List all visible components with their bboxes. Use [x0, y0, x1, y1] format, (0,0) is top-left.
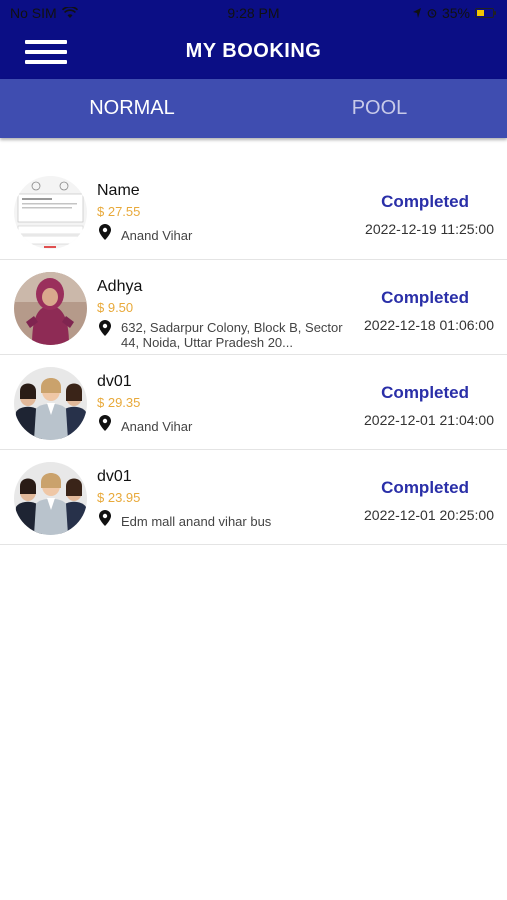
- child-photo-icon: [14, 272, 87, 345]
- booking-status: Completed: [381, 383, 469, 402]
- booking-status: Completed: [381, 478, 469, 497]
- booking-name: Adhya: [97, 278, 143, 295]
- booking-address: Anand Vihar: [121, 419, 193, 434]
- avatar: [14, 462, 87, 535]
- location-pin-icon: [99, 415, 111, 431]
- avatar: [14, 272, 87, 345]
- booking-address: Anand Vihar: [121, 228, 193, 243]
- location-pin-icon: [99, 224, 111, 240]
- booking-status: Completed: [381, 288, 469, 307]
- battery-icon: [475, 7, 497, 19]
- avatar: [14, 367, 87, 440]
- booking-name: dv01: [97, 468, 132, 485]
- battery-percent: 35%: [441, 5, 470, 21]
- booking-price: $ 9.50: [97, 300, 134, 315]
- page-title: MY BOOKING: [185, 40, 322, 62]
- avatar: [14, 176, 87, 249]
- booking-item[interactable]: Adhya $ 9.50 632, Sadarpur Colony, Block…: [0, 260, 507, 355]
- booking-price: $ 23.95: [97, 490, 141, 505]
- booking-item[interactable]: dv01 $ 23.95 Edm mall anand vihar bus Co…: [0, 450, 507, 545]
- app-header: No SIM 9:28 PM 35% MY BOOKING: [0, 0, 507, 79]
- status-right: 35%: [412, 5, 497, 21]
- booking-name: dv01: [97, 373, 132, 390]
- booking-price: $ 27.55: [97, 204, 141, 219]
- booking-datetime: 2022-12-19 11:25:00: [365, 221, 494, 237]
- group-photo-icon: [14, 367, 87, 440]
- booking-tabs: NORMAL POOL: [0, 79, 507, 138]
- booking-name: Name: [97, 182, 140, 199]
- location-pin-icon: [99, 320, 111, 336]
- booking-price: $ 29.35: [97, 395, 141, 410]
- tab-pool[interactable]: POOL: [253, 79, 506, 138]
- booking-address: 632, Sadarpur Colony, Block B, Sector 44…: [121, 320, 343, 350]
- booking-address: Edm mall anand vihar bus: [121, 514, 272, 529]
- booking-status: Completed: [381, 192, 469, 211]
- booking-datetime: 2022-12-01 20:25:00: [364, 507, 494, 523]
- group-photo-icon: [14, 462, 87, 535]
- location-arrow-icon: [412, 8, 421, 18]
- booking-item[interactable]: dv01 $ 29.35 Anand Vihar Completed 2022-…: [0, 355, 507, 450]
- document-thumbnail-icon: [14, 176, 87, 249]
- booking-list: Name $ 27.55 Anand Vihar Completed 2022-…: [0, 164, 507, 545]
- alarm-icon: [427, 9, 437, 18]
- location-pin-icon: [99, 510, 111, 526]
- booking-datetime: 2022-12-18 01:06:00: [364, 317, 494, 333]
- booking-datetime: 2022-12-01 21:04:00: [364, 412, 494, 428]
- booking-item[interactable]: Name $ 27.55 Anand Vihar Completed 2022-…: [0, 164, 507, 260]
- tab-normal[interactable]: NORMAL: [7, 79, 257, 138]
- status-bar: No SIM 9:28 PM 35%: [0, 0, 507, 26]
